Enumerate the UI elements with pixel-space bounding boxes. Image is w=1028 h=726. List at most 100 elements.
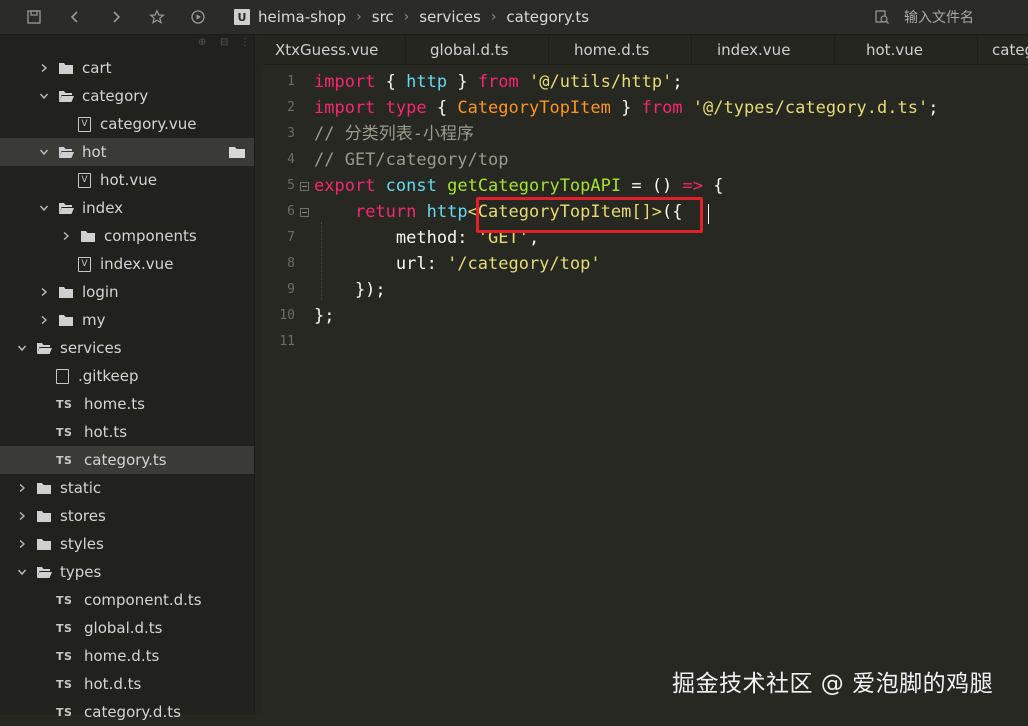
line-number: 6 bbox=[287, 204, 295, 219]
tree-item-label: services bbox=[60, 339, 122, 357]
line-number: 4 bbox=[287, 152, 295, 167]
tree-item-hot-vue[interactable]: Vhot.vue bbox=[0, 166, 254, 194]
code-line[interactable]: export const getCategoryTopAPI = () => { bbox=[314, 173, 724, 199]
code-token: export bbox=[314, 176, 376, 196]
tree-item-home-ts[interactable]: TS home.ts bbox=[0, 390, 254, 418]
collapse-icon[interactable]: ⊟ bbox=[220, 37, 228, 48]
tree-item-services[interactable]: services bbox=[0, 334, 254, 362]
tab-xtxguess[interactable]: XtxGuess.vue bbox=[263, 35, 406, 64]
tree-item-category-ts[interactable]: TS category.ts bbox=[0, 446, 254, 474]
tree-item-label: category.d.ts bbox=[84, 703, 181, 721]
run-icon[interactable] bbox=[184, 0, 212, 34]
tab-home-d-ts[interactable]: home.d.ts bbox=[549, 35, 692, 64]
tab-category-ts[interactable]: category.ts bbox=[978, 35, 1028, 64]
menu-icon[interactable]: ⋮ bbox=[240, 37, 250, 48]
vue-file-icon: V bbox=[78, 116, 91, 132]
target-icon[interactable]: ⊕ bbox=[198, 37, 206, 48]
code-line[interactable]: }; bbox=[314, 303, 334, 329]
code-token: }; bbox=[314, 306, 335, 326]
chevron-down-icon[interactable] bbox=[36, 203, 52, 213]
folder-icon bbox=[58, 61, 74, 75]
chevron-right-icon: › bbox=[490, 9, 497, 25]
tree-item-types[interactable]: types bbox=[0, 558, 254, 586]
tree-item-components[interactable]: components bbox=[0, 222, 254, 250]
folder-action-icon[interactable] bbox=[228, 145, 246, 163]
tree-item-label: hot bbox=[82, 143, 107, 161]
file-search-icon bbox=[875, 10, 889, 24]
chevron-right-icon[interactable] bbox=[58, 231, 74, 241]
star-icon[interactable] bbox=[143, 0, 171, 34]
tab-label: home.d.ts bbox=[574, 40, 650, 59]
code-line[interactable]: url: '/category/top' bbox=[314, 251, 601, 277]
typescript-file-icon: TS bbox=[56, 453, 73, 467]
chevron-down-icon[interactable] bbox=[36, 91, 52, 101]
tree-item-label: styles bbox=[60, 535, 104, 553]
chevron-right-icon[interactable] bbox=[36, 287, 52, 297]
tree-item-hot-d-ts[interactable]: TS hot.d.ts bbox=[0, 670, 254, 698]
breadcrumb-item[interactable]: src bbox=[372, 8, 394, 26]
sidebar-splitter[interactable] bbox=[256, 35, 262, 715]
typescript-file-icon: TS bbox=[56, 677, 73, 691]
tab-global-d-ts[interactable]: global.d.ts bbox=[406, 35, 549, 64]
tree-item--gitkeep[interactable]: .gitkeep bbox=[0, 362, 254, 390]
code-token: return bbox=[354, 202, 417, 222]
chevron-right-icon[interactable] bbox=[36, 63, 52, 73]
code-token: } bbox=[610, 98, 642, 118]
tree-item-category-d-ts[interactable]: TS category.d.ts bbox=[0, 698, 254, 726]
code-line[interactable]: import type { CategoryTopItem } from '@/… bbox=[314, 95, 938, 121]
typescript-file-icon: TS bbox=[56, 649, 73, 663]
text-cursor bbox=[708, 204, 709, 224]
fold-toggle-icon[interactable] bbox=[300, 182, 309, 191]
tree-item-hot[interactable]: hot bbox=[0, 138, 254, 166]
chevron-down-icon[interactable] bbox=[14, 567, 30, 577]
tree-item-home-d-ts[interactable]: TS home.d.ts bbox=[0, 642, 254, 670]
tree-item-label: category.ts bbox=[84, 451, 167, 469]
code-line[interactable]: // GET/category/top bbox=[314, 147, 508, 173]
tree-item-component-d-ts[interactable]: TS component.d.ts bbox=[0, 586, 254, 614]
tree-item-styles[interactable]: styles bbox=[0, 530, 254, 558]
tree-item-hot-ts[interactable]: TS hot.ts bbox=[0, 418, 254, 446]
tree-item-index[interactable]: index bbox=[0, 194, 254, 222]
tree-item-cart[interactable]: cart bbox=[0, 54, 254, 82]
hbuilder-logo-icon: U bbox=[234, 9, 250, 25]
breadcrumb-item[interactable]: services bbox=[419, 8, 481, 26]
tree-item-login[interactable]: login bbox=[0, 278, 254, 306]
tree-item-my[interactable]: my bbox=[0, 306, 254, 334]
back-icon[interactable] bbox=[61, 0, 89, 34]
folder-open-icon bbox=[58, 89, 74, 103]
chevron-right-icon[interactable] bbox=[14, 483, 30, 493]
chevron-right-icon[interactable] bbox=[14, 511, 30, 521]
chevron-down-icon[interactable] bbox=[14, 343, 30, 353]
breadcrumb-item[interactable]: heima-shop bbox=[258, 8, 346, 26]
save-icon[interactable] bbox=[20, 0, 48, 34]
tree-item-static[interactable]: static bbox=[0, 474, 254, 502]
chevron-right-icon[interactable] bbox=[36, 315, 52, 325]
chevron-down-icon[interactable] bbox=[36, 147, 52, 157]
code-line[interactable]: // 分类列表-小程序 bbox=[314, 121, 474, 147]
code-token: }); bbox=[314, 280, 386, 300]
fold-toggle-icon[interactable] bbox=[300, 208, 309, 217]
tree-item-index-vue[interactable]: Vindex.vue bbox=[0, 250, 254, 278]
tree-item-label: static bbox=[60, 479, 102, 497]
tab-label: hot.vue bbox=[866, 40, 923, 59]
tab-hot-vue[interactable]: hot.vue bbox=[835, 35, 978, 64]
chevron-right-icon[interactable] bbox=[14, 539, 30, 549]
folder-icon bbox=[36, 481, 52, 495]
breadcrumb-item[interactable]: category.ts bbox=[506, 8, 589, 26]
tree-item-label: home.d.ts bbox=[84, 647, 160, 665]
code-line[interactable]: }); bbox=[314, 277, 386, 303]
line-number: 7 bbox=[287, 230, 295, 245]
tree-item-category[interactable]: category bbox=[0, 82, 254, 110]
tree-item-global-d-ts[interactable]: TS global.d.ts bbox=[0, 614, 254, 642]
file-search-input[interactable]: 输入文件名 bbox=[874, 0, 974, 34]
code-editor[interactable]: 1 2 3 4 5 6 7 8 9 10 11 import { http } from '@/ut… bbox=[263, 66, 1028, 715]
tab-index-vue[interactable]: index.vue bbox=[692, 35, 835, 64]
tree-item-stores[interactable]: stores bbox=[0, 502, 254, 530]
forward-icon[interactable] bbox=[102, 0, 130, 34]
tree-item-category-vue[interactable]: Vcategory.vue bbox=[0, 110, 254, 138]
code-line[interactable]: import { http } from '@/utils/http'; bbox=[314, 69, 683, 95]
tree-item-label: my bbox=[82, 311, 106, 329]
code-token: import bbox=[314, 72, 376, 92]
code-token: => bbox=[682, 176, 704, 196]
